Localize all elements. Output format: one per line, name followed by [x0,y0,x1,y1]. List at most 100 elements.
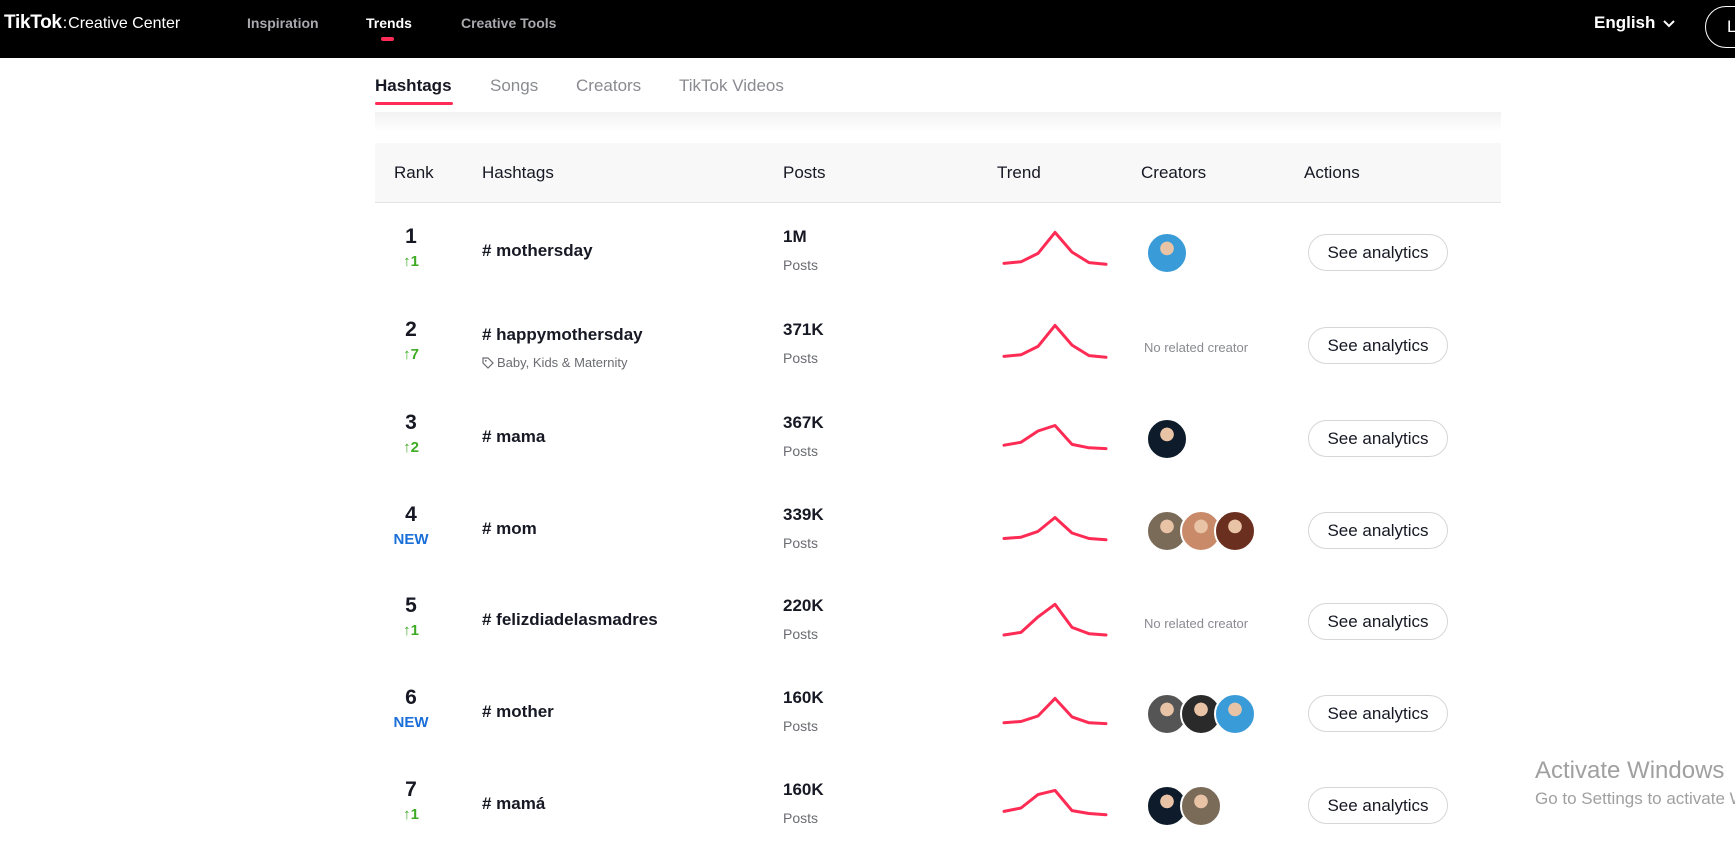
see-analytics-button[interactable]: See analytics [1308,695,1448,732]
table-row: 2 ↑7 # happymothersday Baby, Kids & Materni… [375,296,1501,388]
windows-activation-watermark: Activate Windows Go to Settings to activ… [1535,757,1735,809]
rank-number: 6 [405,686,417,709]
trend-sparkline [1002,602,1108,637]
table-row: 5 ↑1 # felizdiadelasmadres 220K Posts No rela… [375,572,1501,664]
see-analytics-button[interactable]: See analytics [1308,787,1448,824]
nav-trends[interactable]: Trends [366,15,412,31]
rank-change: NEW [393,714,429,731]
posts-count: 367K [783,413,824,432]
hashtag-category: Baby, Kids & Maternity [482,355,628,370]
posts-label: Posts [783,718,819,734]
trend-line [1002,602,1108,637]
tab-songs[interactable]: Songs [490,76,538,96]
see-analytics-button[interactable]: See analytics [1308,420,1448,457]
posts-label: Posts [783,350,819,366]
table-header: Rank Hashtags Posts Trend Creators Actio… [375,143,1501,203]
tab-tiktok-videos[interactable]: TikTok Videos [679,76,784,96]
posts-label: Posts [783,626,819,642]
login-button[interactable]: Lo [1705,6,1735,48]
posts-label: Posts [783,810,819,826]
posts-count: 371K [783,320,824,339]
column-header-trend: Trend [997,163,1041,182]
language-label: English [1594,13,1656,32]
column-header-hashtags: Hashtags [482,163,554,182]
column-header-posts: Posts [783,163,826,182]
rank-change: NEW [393,531,429,548]
rank-number: 1 [405,225,417,248]
trend-line [1002,516,1108,542]
rank-number: 2 [405,318,417,341]
tag-icon [482,357,494,369]
table-row: 7 ↑1 # mamá 160K Posts See analytics [375,756,1501,848]
nav-creative-tools[interactable]: Creative Tools [461,15,556,31]
nav-inspiration[interactable]: Inspiration [247,15,319,31]
hashtag-name[interactable]: # happymothersday [482,325,643,345]
table-row: 1 ↑1 # mothersday 1M Posts See analytics [375,203,1501,295]
trend-sparkline [1002,424,1108,451]
logo-subtitle: Creative Center [68,15,181,32]
top-nav-bar: TikTok:Creative Center Inspiration Trend… [0,0,1735,58]
creator-avatar[interactable] [1180,785,1222,827]
tab-creators[interactable]: Creators [576,76,641,96]
rank-change: ↑7 [403,346,419,363]
chevron-down-icon [1663,19,1675,27]
trend-sparkline [1002,516,1108,542]
table-row: 3 ↑2 # mama 367K Posts See analytics [375,389,1501,481]
creator-avatar[interactable] [1214,510,1256,552]
see-analytics-button[interactable]: See analytics [1308,234,1448,271]
creator-avatar[interactable] [1146,232,1188,274]
watermark-subtitle: Go to Settings to activate Windows. [1535,789,1735,808]
hashtag-name[interactable]: # mother [482,702,554,722]
no-related-creator-text: No related creator [1144,340,1249,355]
see-analytics-button[interactable]: See analytics [1308,603,1448,640]
see-analytics-button[interactable]: See analytics [1308,327,1448,364]
posts-count: 220K [783,596,824,615]
nav-active-indicator [381,37,394,41]
hashtag-name[interactable]: # mom [482,519,537,539]
rank-change: ↑2 [403,439,419,456]
posts-count: 160K [783,688,824,707]
logo-separator: : [62,15,68,32]
column-header-creators: Creators [1141,163,1207,182]
hashtag-name[interactable]: # felizdiadelasmadres [482,610,658,630]
rank-number: 4 [405,503,417,526]
rank-change: ↑1 [403,622,419,639]
rank-number: 3 [405,411,417,434]
watermark-title: Activate Windows [1535,757,1725,784]
logo-brand: TikTok [4,12,62,33]
rank-number: 5 [405,594,417,617]
active-tab-indicator [375,102,453,105]
column-header-rank: Rank [394,163,434,182]
posts-count: 339K [783,505,824,524]
hashtag-name[interactable]: # mama [482,427,545,447]
tiktok-creative-center-logo[interactable]: TikTok:Creative Center [4,12,180,34]
rank-change: ↑1 [403,806,419,823]
trend-sparkline [1002,230,1108,266]
language-selector[interactable]: English [1594,13,1675,33]
no-related-creator-text: No related creator [1144,616,1249,631]
trend-sparkline [1002,788,1108,817]
trend-sparkline [1002,696,1108,726]
category-label: Baby, Kids & Maternity [497,355,628,370]
posts-count: 1M [783,227,807,246]
creator-avatar[interactable] [1214,693,1256,735]
rank-change: ↑1 [403,253,419,270]
trend-sparkline [1002,323,1108,359]
hashtag-name[interactable]: # mamá [482,794,545,814]
trend-line [1002,696,1108,726]
hashtag-name[interactable]: # mothersday [482,241,593,261]
posts-label: Posts [783,443,819,459]
tab-hashtags[interactable]: Hashtags [375,76,452,96]
trend-line [1002,230,1108,266]
posts-count: 160K [783,780,824,799]
trend-line [1002,788,1108,817]
column-header-actions: Actions [1304,163,1360,182]
posts-label: Posts [783,257,819,273]
trend-line [1002,424,1108,451]
rank-number: 7 [405,778,417,801]
table-row: 4 NEW # mom 339K Posts See analytics [375,481,1501,573]
posts-label: Posts [783,535,819,551]
see-analytics-button[interactable]: See analytics [1308,512,1448,549]
tabs-divider-shadow [375,112,1501,132]
creator-avatar[interactable] [1146,418,1188,460]
